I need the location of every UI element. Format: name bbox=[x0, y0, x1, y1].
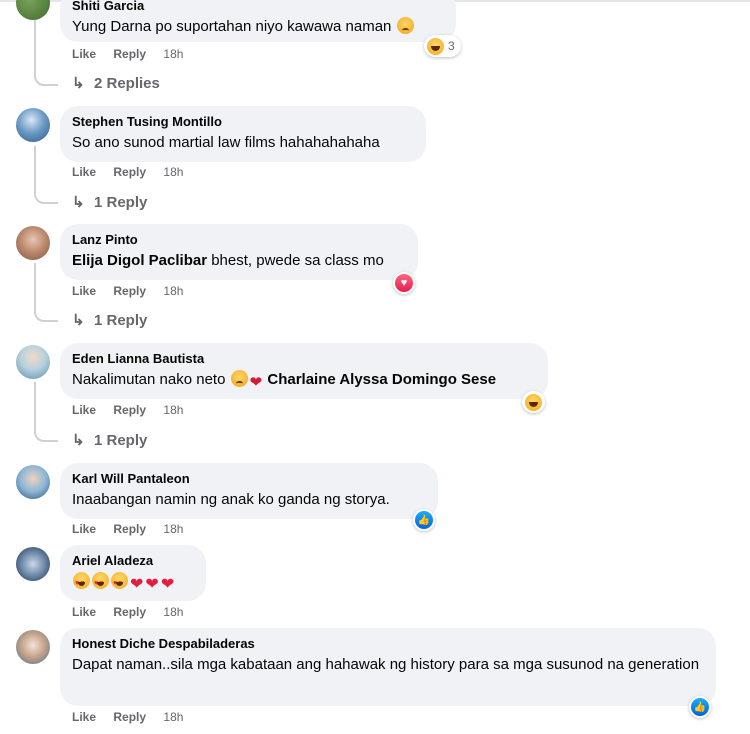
reply-button[interactable]: Reply bbox=[113, 165, 146, 179]
comment-text: ❤❤❤ bbox=[72, 571, 194, 596]
comment-bubble: Shiti Garcia Yung Darna po suportahan ni… bbox=[60, 0, 456, 42]
reply-arrow-icon: ↳ bbox=[72, 194, 85, 211]
sad-emoji-icon bbox=[396, 17, 414, 34]
comment-time[interactable]: 18h bbox=[163, 403, 183, 417]
comment-author[interactable]: Lanz Pinto bbox=[72, 232, 406, 248]
comment-bubble: Karl Will Pantaleon Inaabangan namin ng … bbox=[60, 463, 438, 519]
reply-button[interactable]: Reply bbox=[113, 284, 146, 298]
comment-author[interactable]: Shiti Garcia bbox=[72, 0, 444, 14]
view-replies-button[interactable]: ↳ 2 Replies bbox=[72, 74, 160, 92]
comment-bubble: Ariel Aladeza ❤❤❤ bbox=[60, 545, 206, 601]
reply-button[interactable]: Reply bbox=[113, 605, 146, 619]
heart-eyes-emoji-icon bbox=[111, 572, 128, 595]
comment-bubble: Stephen Tusing Montillo So ano sunod mar… bbox=[60, 106, 426, 162]
heart-emoji-icon: ❤ bbox=[145, 576, 159, 593]
avatar[interactable] bbox=[16, 108, 50, 142]
avatar[interactable] bbox=[16, 465, 50, 499]
mention-link[interactable]: Elija Digol Paclibar bbox=[72, 252, 207, 269]
comment-actions: Like Reply 18h bbox=[72, 47, 197, 61]
comment-actions: Like Reply 18h bbox=[72, 403, 197, 417]
like-button[interactable]: Like bbox=[72, 47, 96, 61]
heart-emoji-icon: ❤ bbox=[160, 576, 175, 593]
thread-hook bbox=[34, 298, 58, 322]
comment-actions: Like Reply 18h bbox=[72, 710, 197, 724]
reply-button[interactable]: Reply bbox=[113, 710, 146, 724]
like-reaction-icon: 👍 bbox=[691, 698, 709, 716]
avatar[interactable] bbox=[16, 630, 50, 664]
thread-hook bbox=[34, 180, 58, 204]
reply-arrow-icon: ↳ bbox=[72, 312, 85, 329]
comment-author[interactable]: Eden Lianna Bautista bbox=[72, 351, 536, 367]
like-button[interactable]: Like bbox=[72, 522, 96, 536]
like-button[interactable]: Like bbox=[72, 710, 96, 724]
comment-bubble: Lanz Pinto Elija Digol Paclibar bhest, p… bbox=[60, 224, 418, 280]
view-replies-button[interactable]: ↳ 1 Reply bbox=[72, 311, 147, 329]
comment-time[interactable]: 18h bbox=[163, 284, 183, 298]
like-button[interactable]: Like bbox=[72, 165, 96, 179]
laughing-emoji-icon bbox=[427, 37, 444, 55]
thread-hook bbox=[34, 62, 58, 86]
comment-actions: Like Reply 18h bbox=[72, 522, 197, 536]
comment-text: Yung Darna po suportahan niyo kawawa nam… bbox=[72, 16, 444, 38]
thread-hook bbox=[34, 418, 58, 442]
heart-eyes-emoji-icon bbox=[92, 572, 109, 595]
comment-text: Nakalimutan nako neto ❤ Charlaine Alyssa… bbox=[72, 369, 536, 394]
comment-bubble: Honest Diche Despabiladeras Dapat naman.… bbox=[60, 628, 716, 706]
comment-actions: Like Reply 18h bbox=[72, 165, 197, 179]
reaction-summary[interactable] bbox=[522, 391, 545, 413]
comment-author[interactable]: Honest Diche Despabiladeras bbox=[72, 636, 704, 652]
like-button[interactable]: Like bbox=[72, 284, 96, 298]
comment-bubble: Eden Lianna Bautista Nakalimutan nako ne… bbox=[60, 343, 548, 399]
reply-button[interactable]: Reply bbox=[113, 403, 146, 417]
reply-button[interactable]: Reply bbox=[113, 522, 146, 536]
comment-time[interactable]: 18h bbox=[163, 605, 183, 619]
view-replies-button[interactable]: ↳ 1 Reply bbox=[72, 193, 147, 211]
comment-author[interactable]: Stephen Tusing Montillo bbox=[72, 114, 414, 130]
avatar[interactable] bbox=[16, 0, 50, 20]
comment-author[interactable]: Ariel Aladeza bbox=[72, 553, 194, 569]
avatar[interactable] bbox=[16, 547, 50, 581]
heart-emoji-icon: ❤ bbox=[130, 576, 144, 593]
comment-time[interactable]: 18h bbox=[163, 522, 183, 536]
laughing-emoji-icon bbox=[525, 393, 542, 411]
reaction-summary[interactable]: 👍 bbox=[689, 696, 711, 718]
comment-author[interactable]: Karl Will Pantaleon bbox=[72, 471, 426, 487]
reply-button[interactable]: Reply bbox=[113, 47, 146, 61]
reply-arrow-icon: ↳ bbox=[72, 75, 85, 92]
comment-text: Elija Digol Paclibar bhest, pwede sa cla… bbox=[72, 252, 384, 269]
comment-time[interactable]: 18h bbox=[163, 710, 183, 724]
comment-text: Inaabangan namin ng anak ko ganda ng sto… bbox=[72, 491, 390, 508]
broken-heart-icon: ❤ bbox=[249, 374, 263, 391]
like-button[interactable]: Like bbox=[72, 605, 96, 619]
avatar[interactable] bbox=[16, 345, 50, 379]
comment-actions: Like Reply 18h bbox=[72, 284, 197, 298]
avatar[interactable] bbox=[16, 226, 50, 260]
comment-time[interactable]: 18h bbox=[163, 165, 183, 179]
reaction-summary[interactable]: 3 bbox=[424, 35, 461, 57]
heart-eyes-emoji-icon bbox=[73, 572, 90, 595]
like-button[interactable]: Like bbox=[72, 403, 96, 417]
reply-arrow-icon: ↳ bbox=[72, 432, 85, 449]
love-reaction-icon: ♥ bbox=[395, 274, 413, 292]
mention-link[interactable]: Charlaine Alyssa Domingo Sese bbox=[267, 371, 496, 388]
view-replies-button[interactable]: ↳ 1 Reply bbox=[72, 431, 147, 449]
comment-time[interactable]: 18h bbox=[163, 47, 183, 61]
sad-emoji-icon bbox=[230, 370, 248, 387]
like-reaction-icon: 👍 bbox=[415, 511, 433, 529]
reaction-count: 3 bbox=[448, 39, 455, 53]
reaction-summary[interactable]: 👍 bbox=[413, 509, 435, 531]
comment-text: So ano sunod martial law films hahahahah… bbox=[72, 134, 380, 151]
comment-actions: Like Reply 18h bbox=[72, 605, 197, 619]
comment-text: Dapat naman..sila mga kabataan ang hahaw… bbox=[72, 656, 700, 673]
reaction-summary[interactable]: ♥ bbox=[393, 272, 415, 294]
